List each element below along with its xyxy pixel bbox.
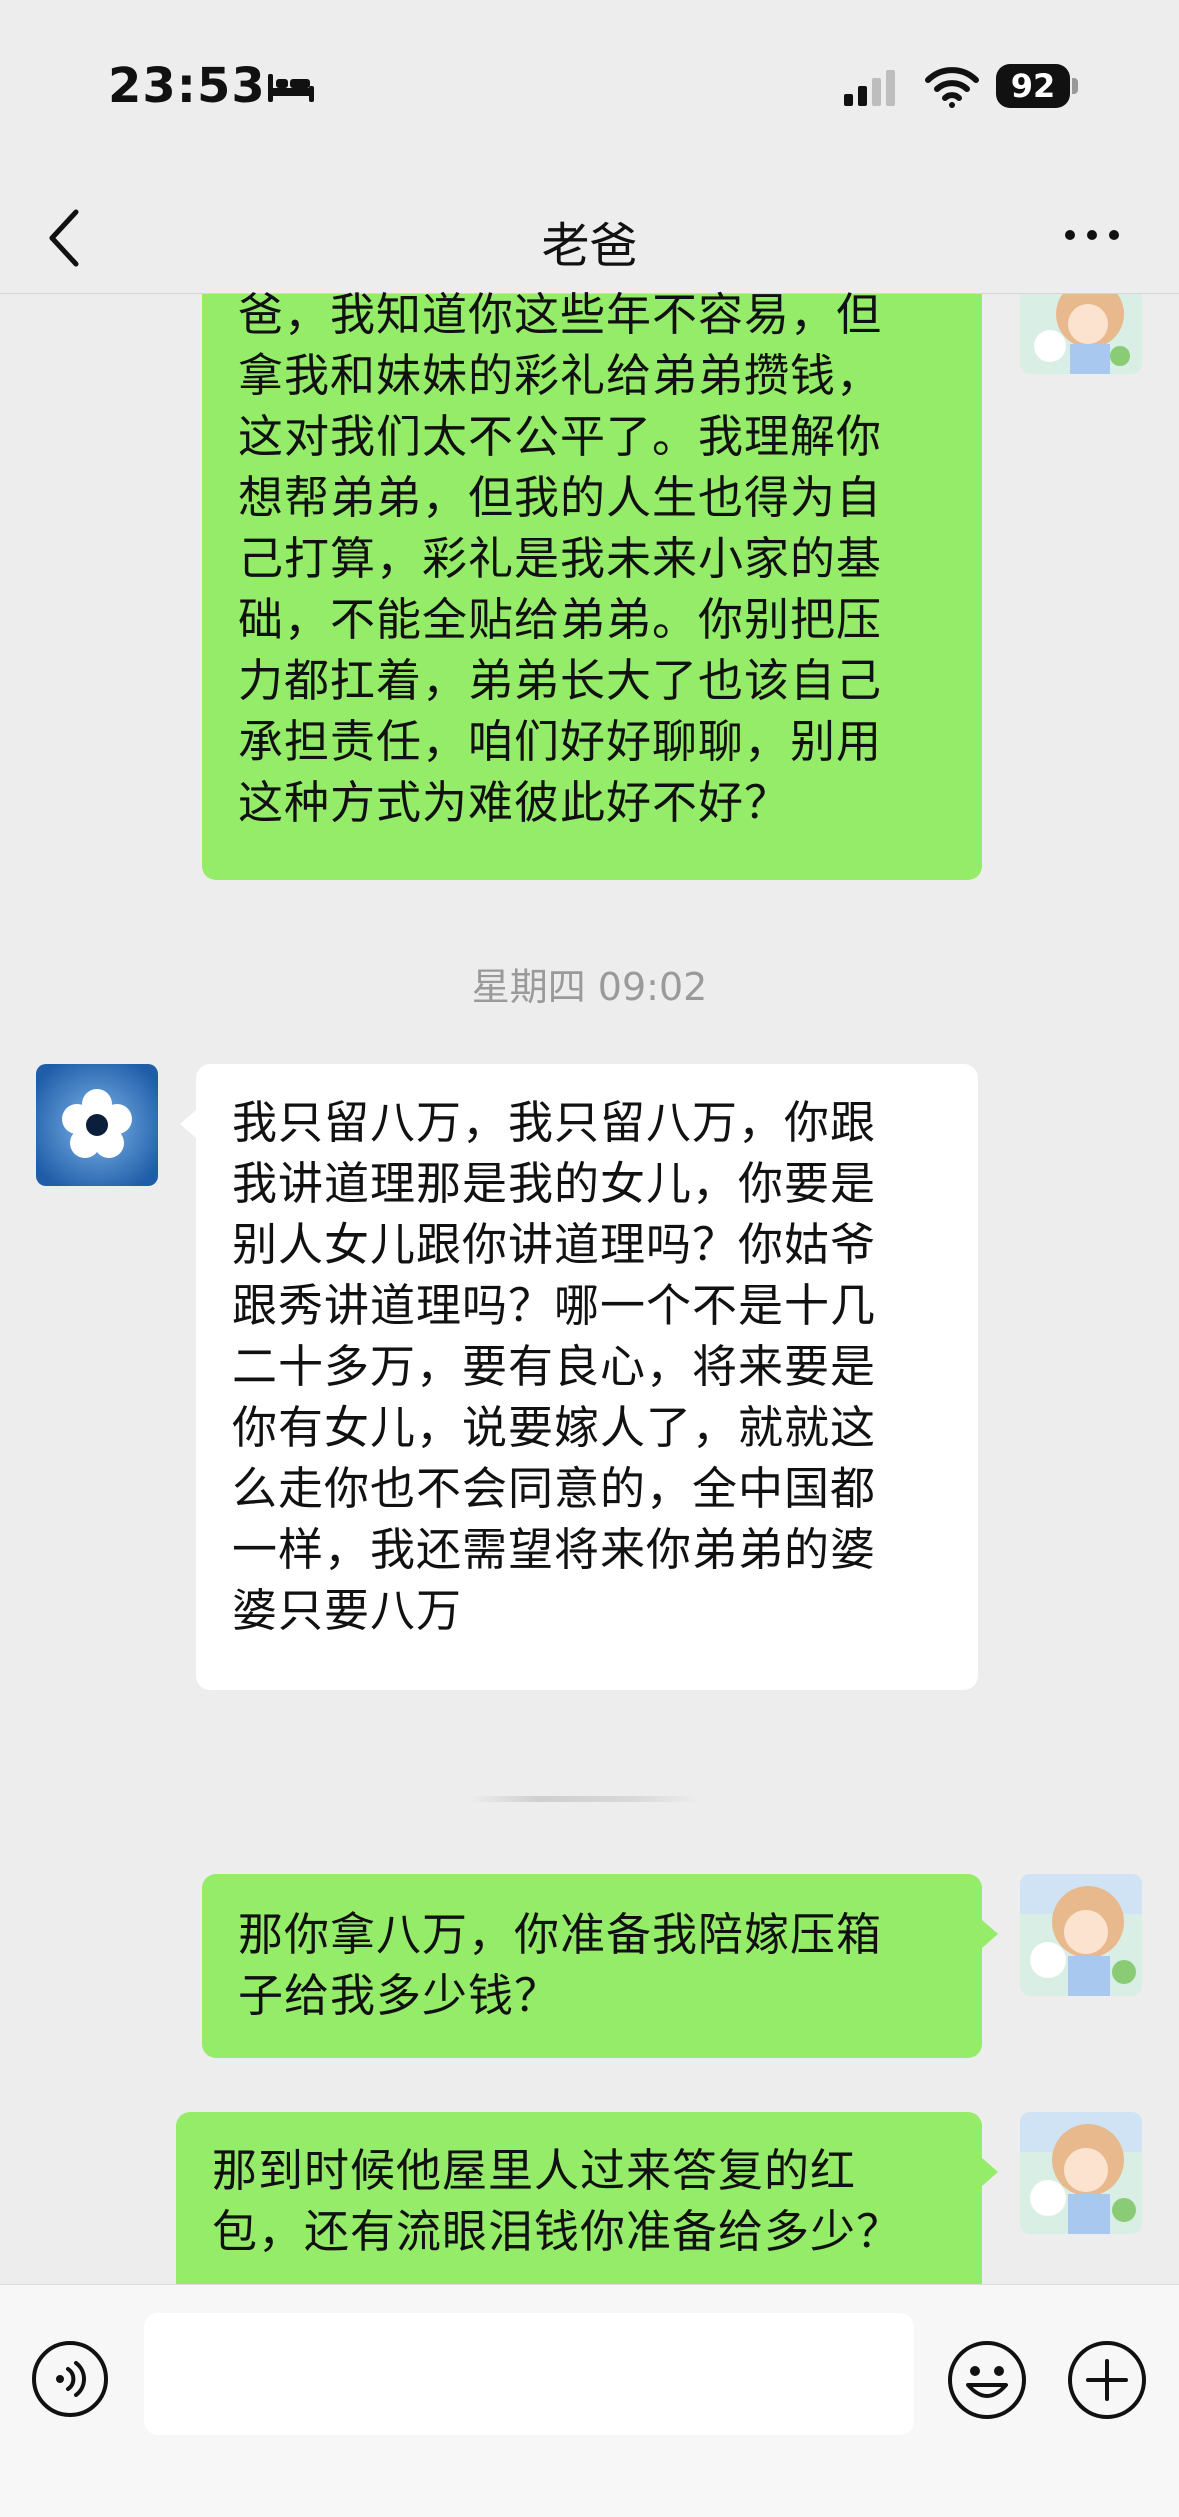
bubble-tail <box>982 1920 998 1948</box>
message-line: 础，不能全贴给弟弟。你别把压 <box>238 593 883 646</box>
timestamp: 星期四 09:02 <box>471 965 708 1009</box>
anime-girl-avatar-icon <box>1020 2112 1142 2234</box>
message-bubble-received[interactable]: 我只留八万，我只留八万，你跟 我讲道理那是我的女儿，你要是 别人女儿跟你讲道理吗… <box>196 1064 978 1690</box>
message-line: 我讲道理那是我的女儿，你要是 <box>232 1157 877 1210</box>
message-line: 包，还有流眼泪钱你准备给多少？ <box>212 2205 903 2258</box>
message-line: 跟秀讲道理吗？哪一个不是十几 <box>232 1279 877 1332</box>
sleep-focus-icon <box>268 74 314 102</box>
battery-cap <box>1072 78 1078 94</box>
battery-indicator: 92 <box>996 64 1070 108</box>
message-line: 子给我多少钱？ <box>238 1969 561 2022</box>
message-line: 那你拿八万，你准备我陪嫁压箱 <box>238 1908 883 1961</box>
chat-title: 老爸 <box>541 218 638 274</box>
message-line: 承担责任，咱们好好聊聊，别用 <box>238 715 883 768</box>
status-time: 23:53 <box>108 58 266 114</box>
message-line: 婆只要八万 <box>232 1584 463 1637</box>
cellular-signal-icon <box>844 70 895 106</box>
message-bubble-sent[interactable]: 那你拿八万，你准备我陪嫁压箱 子给我多少钱？ <box>202 1874 982 2058</box>
message-bubble-sent[interactable]: 爸，我知道你这些年不容易，但 拿我和妹妹的彩礼给弟弟攒钱， 这对我们太不公平了。… <box>202 288 982 880</box>
anime-girl-avatar-icon <box>1020 294 1142 374</box>
message-input[interactable] <box>144 2313 914 2435</box>
contact-avatar[interactable] <box>36 1064 158 1186</box>
plus-more-icon[interactable] <box>1066 2339 1148 2421</box>
bubble-tail <box>180 1110 196 1138</box>
more-options-icon[interactable] <box>1060 220 1124 250</box>
message-line: 二十多万，要有良心，将来要是 <box>232 1340 877 1393</box>
bubble-tail <box>982 2158 998 2186</box>
chat-header: 老爸 <box>0 180 1179 294</box>
anime-girl-avatar-icon <box>1020 1874 1142 1996</box>
message-line: 么走你也不会同意的，全中国都 <box>232 1462 877 1515</box>
message-line: 力都扛着，弟弟长大了也该自己 <box>238 654 883 707</box>
input-bar <box>0 2284 1179 2517</box>
message-line: 己打算，彩礼是我未来小家的基 <box>238 532 883 585</box>
message-line: 这种方式为难彼此好不好？ <box>238 776 791 829</box>
wifi-icon <box>925 67 979 108</box>
message-line: 那到时候他屋里人过来答复的红 <box>212 2144 857 2197</box>
message-line: 想帮弟弟，但我的人生也得为自 <box>238 471 883 524</box>
message-line: 拿我和妹妹的彩礼给弟弟攒钱， <box>238 349 883 402</box>
my-avatar[interactable] <box>1020 2112 1142 2234</box>
emoji-icon[interactable] <box>946 2339 1028 2421</box>
message-line: 爸，我知道你这些年不容易，但 <box>238 288 883 341</box>
message-bubble-sent[interactable]: 那到时候他屋里人过来答复的红 包，还有流眼泪钱你准备给多少？ <box>176 2112 982 2284</box>
message-line: 这对我们太不公平了。我理解你 <box>238 410 883 463</box>
message-line: 你有女儿，说要嫁人了，就就这 <box>232 1401 877 1454</box>
voice-input-icon[interactable] <box>30 2339 110 2419</box>
faded-system-notice <box>470 1796 700 1802</box>
message-line: 一样，我还需望将来你弟弟的婆 <box>232 1523 877 1576</box>
message-line: 别人女儿跟你讲道理吗？你姑爷 <box>232 1218 877 1271</box>
my-avatar[interactable] <box>1020 1874 1142 1996</box>
flower-avatar-icon <box>36 1064 158 1186</box>
message-line: 我只留八万，我只留八万，你跟 <box>232 1096 877 1149</box>
my-avatar[interactable] <box>1020 294 1142 374</box>
